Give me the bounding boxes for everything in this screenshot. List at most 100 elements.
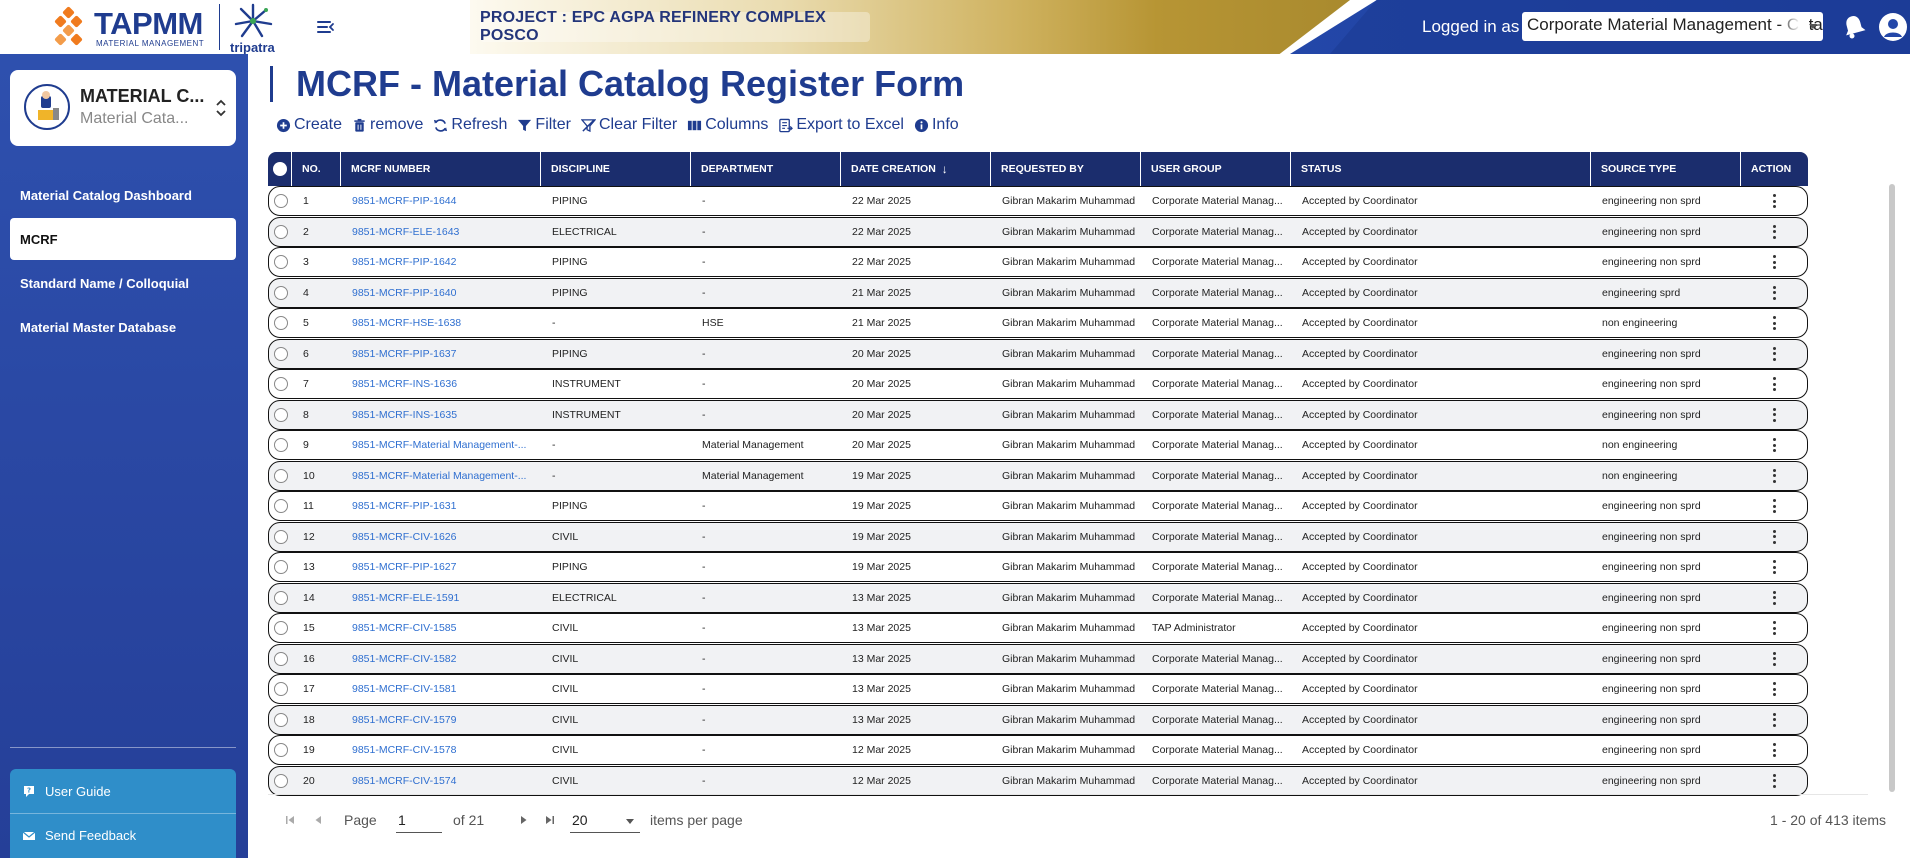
create-button[interactable]: Create — [276, 116, 342, 134]
mcrf-number-link[interactable]: 9851-MCRF-PIP-1631 — [342, 492, 542, 520]
table-row[interactable]: 17 9851-MCRF-CIV-1581 CIVIL - 13 Mar 2025 Gib… — [268, 674, 1808, 704]
row-select-radio[interactable] — [274, 773, 288, 788]
last-page-icon[interactable] — [542, 813, 556, 825]
row-select-radio[interactable] — [274, 224, 288, 239]
info-button[interactable]: Info — [914, 116, 959, 134]
row-select-radio[interactable] — [274, 407, 288, 422]
column-header-requested-by[interactable]: REQUESTED BY — [991, 152, 1141, 186]
row-action-menu[interactable] — [1742, 523, 1806, 551]
columns-button[interactable]: Columns — [687, 116, 768, 134]
menu-toggle-icon[interactable] — [316, 18, 336, 36]
mcrf-number-link[interactable]: 9851-MCRF-Material Management-... — [342, 462, 542, 490]
row-select-radio[interactable] — [274, 346, 288, 361]
row-select-radio[interactable] — [274, 285, 288, 300]
mcrf-number-link[interactable]: 9851-MCRF-CIV-1578 — [342, 736, 542, 764]
mcrf-number-link[interactable]: 9851-MCRF-PIP-1627 — [342, 553, 542, 581]
mcrf-number-link[interactable]: 9851-MCRF-CIV-1581 — [342, 675, 542, 703]
row-action-menu[interactable] — [1742, 309, 1806, 337]
mcrf-number-link[interactable]: 9851-MCRF-ELE-1591 — [342, 584, 542, 612]
refresh-button[interactable]: Refresh — [433, 116, 507, 134]
row-select-radio[interactable] — [274, 499, 288, 513]
row-select-radio[interactable] — [274, 621, 288, 635]
mcrf-number-link[interactable]: 9851-MCRF-CIV-1579 — [342, 706, 542, 734]
export-excel-button[interactable]: Export to Excel — [778, 116, 904, 134]
send-feedback-link[interactable]: Send Feedback — [10, 813, 236, 857]
table-row[interactable]: 4 9851-MCRF-PIP-1640 PIPING - 21 Mar 2025 Gib… — [268, 277, 1808, 308]
row-action-menu[interactable] — [1742, 187, 1806, 215]
table-row[interactable]: 11 9851-MCRF-PIP-1631 PIPING - 19 Mar 2025 Gi… — [268, 491, 1808, 521]
user-avatar-icon[interactable] — [1878, 12, 1908, 42]
sidebar-item-mcrf[interactable]: MCRF — [10, 218, 236, 260]
first-page-icon[interactable] — [284, 813, 298, 825]
row-select-radio[interactable] — [274, 560, 288, 574]
mcrf-number-link[interactable]: 9851-MCRF-CIV-1585 — [342, 614, 542, 642]
app-switcher[interactable]: MATERIAL C... Material Cata... — [10, 70, 236, 146]
table-row[interactable]: 8 9851-MCRF-INS-1635 INSTRUMENT - 20 Mar 202… — [268, 399, 1808, 430]
mcrf-number-link[interactable]: 9851-MCRF-CIV-1582 — [342, 645, 542, 673]
column-header-no[interactable]: NO. — [292, 152, 341, 186]
page-size-select[interactable]: 20 — [570, 807, 640, 833]
row-action-menu[interactable] — [1742, 706, 1806, 734]
table-row[interactable]: 16 9851-MCRF-CIV-1582 CIVIL - 13 Mar 2025 Gib… — [268, 643, 1808, 674]
mcrf-number-link[interactable]: 9851-MCRF-INS-1635 — [342, 401, 542, 429]
row-select-radio[interactable] — [274, 590, 288, 605]
sidebar-item-material-master-database[interactable]: Material Master Database — [10, 306, 236, 348]
mcrf-number-link[interactable]: 9851-MCRF-Material Management-... — [342, 431, 542, 459]
row-select-radio[interactable] — [274, 651, 288, 666]
table-row[interactable]: 5 9851-MCRF-HSE-1638- HSE 21 Mar 2025 Gibran… — [268, 308, 1808, 338]
table-row[interactable]: 9 9851-MCRF-Material Management-... - Mater… — [268, 430, 1808, 460]
mcrf-number-link[interactable]: 9851-MCRF-CIV-1574 — [342, 767, 542, 795]
column-header-department[interactable]: DEPARTMENT — [691, 152, 841, 186]
row-select-radio[interactable] — [274, 682, 288, 696]
mcrf-number-link[interactable]: 9851-MCRF-PIP-1637 — [342, 340, 542, 368]
table-row[interactable]: 12 9851-MCRF-CIV-1626 CIVIL - 19 Mar 2025 Gib… — [268, 521, 1808, 552]
table-row[interactable]: 3 9851-MCRF-PIP-1642 PIPING - 22 Mar 2025 Gib… — [268, 247, 1808, 277]
row-action-menu[interactable] — [1742, 340, 1806, 368]
row-action-menu[interactable] — [1742, 492, 1806, 520]
clear-filter-button[interactable]: Clear Filter — [580, 116, 677, 134]
row-action-menu[interactable] — [1742, 584, 1806, 612]
row-action-menu[interactable] — [1742, 767, 1806, 795]
page-number-input[interactable]: 1 — [396, 807, 442, 833]
table-row[interactable]: 1 9851-MCRF-PIP-1644 PIPING - 22 Mar 2025 Gib… — [268, 186, 1808, 216]
row-select-radio[interactable] — [274, 255, 288, 269]
row-select-radio[interactable] — [274, 468, 288, 483]
mcrf-number-link[interactable]: 9851-MCRF-CIV-1626 — [342, 523, 542, 551]
mcrf-number-link[interactable]: 9851-MCRF-PIP-1642 — [342, 248, 542, 276]
row-action-menu[interactable] — [1742, 431, 1806, 459]
row-action-menu[interactable] — [1742, 248, 1806, 276]
previous-page-icon[interactable] — [312, 813, 326, 825]
table-row[interactable]: 19 9851-MCRF-CIV-1578 CIVIL - 12 Mar 2025 Gib… — [268, 735, 1808, 765]
table-row[interactable]: 15 9851-MCRF-CIV-1585 CIVIL - 13 Mar 2025 Gib… — [268, 613, 1808, 643]
row-select-radio[interactable] — [274, 438, 288, 452]
role-select[interactable]: Corporate Material Management - Catalog — [1522, 12, 1823, 41]
column-header-user-group[interactable]: USER GROUP — [1141, 152, 1291, 186]
row-action-menu[interactable] — [1742, 370, 1806, 398]
sidebar-item-standard-name-colloquial[interactable]: Standard Name / Colloquial — [10, 262, 236, 304]
row-action-menu[interactable] — [1742, 279, 1806, 307]
row-action-menu[interactable] — [1742, 645, 1806, 673]
table-row[interactable]: 2 9851-MCRF-ELE-1643 ELECTRICAL - 22 Mar 202… — [268, 216, 1808, 247]
column-header-source-type[interactable]: SOURCE TYPE — [1591, 152, 1741, 186]
row-select-radio[interactable] — [274, 194, 288, 208]
row-action-menu[interactable] — [1742, 218, 1806, 246]
row-action-menu[interactable] — [1742, 462, 1806, 490]
table-row[interactable]: 6 9851-MCRF-PIP-1637 PIPING - 20 Mar 2025 Gib… — [268, 338, 1808, 369]
select-all-radio[interactable] — [268, 152, 292, 186]
table-row[interactable]: 18 9851-MCRF-CIV-1579 CIVIL - 13 Mar 2025 Gib… — [268, 704, 1808, 735]
sidebar-item-material-catalog-dashboard[interactable]: Material Catalog Dashboard — [10, 174, 236, 216]
row-action-menu[interactable] — [1742, 675, 1806, 703]
table-row[interactable]: 20 9851-MCRF-CIV-1574 CIVIL - 12 Mar 2025 Gib… — [268, 765, 1808, 796]
next-page-icon[interactable] — [516, 813, 530, 825]
row-select-radio[interactable] — [274, 712, 288, 727]
table-row[interactable]: 10 9851-MCRF-Material Management-... - Mate… — [268, 460, 1808, 491]
row-action-menu[interactable] — [1742, 401, 1806, 429]
notification-bell-icon[interactable] — [1840, 12, 1868, 40]
mcrf-number-link[interactable]: 9851-MCRF-PIP-1640 — [342, 279, 542, 307]
row-select-radio[interactable] — [274, 377, 288, 391]
column-header-mcrf-number[interactable]: MCRF NUMBER — [341, 152, 541, 186]
table-row[interactable]: 14 9851-MCRF-ELE-1591 ELECTRICAL - 13 Mar 20… — [268, 582, 1808, 613]
mcrf-number-link[interactable]: 9851-MCRF-HSE-1638 — [342, 309, 542, 337]
mcrf-number-link[interactable]: 9851-MCRF-ELE-1643 — [342, 218, 542, 246]
row-select-radio[interactable] — [274, 316, 288, 330]
